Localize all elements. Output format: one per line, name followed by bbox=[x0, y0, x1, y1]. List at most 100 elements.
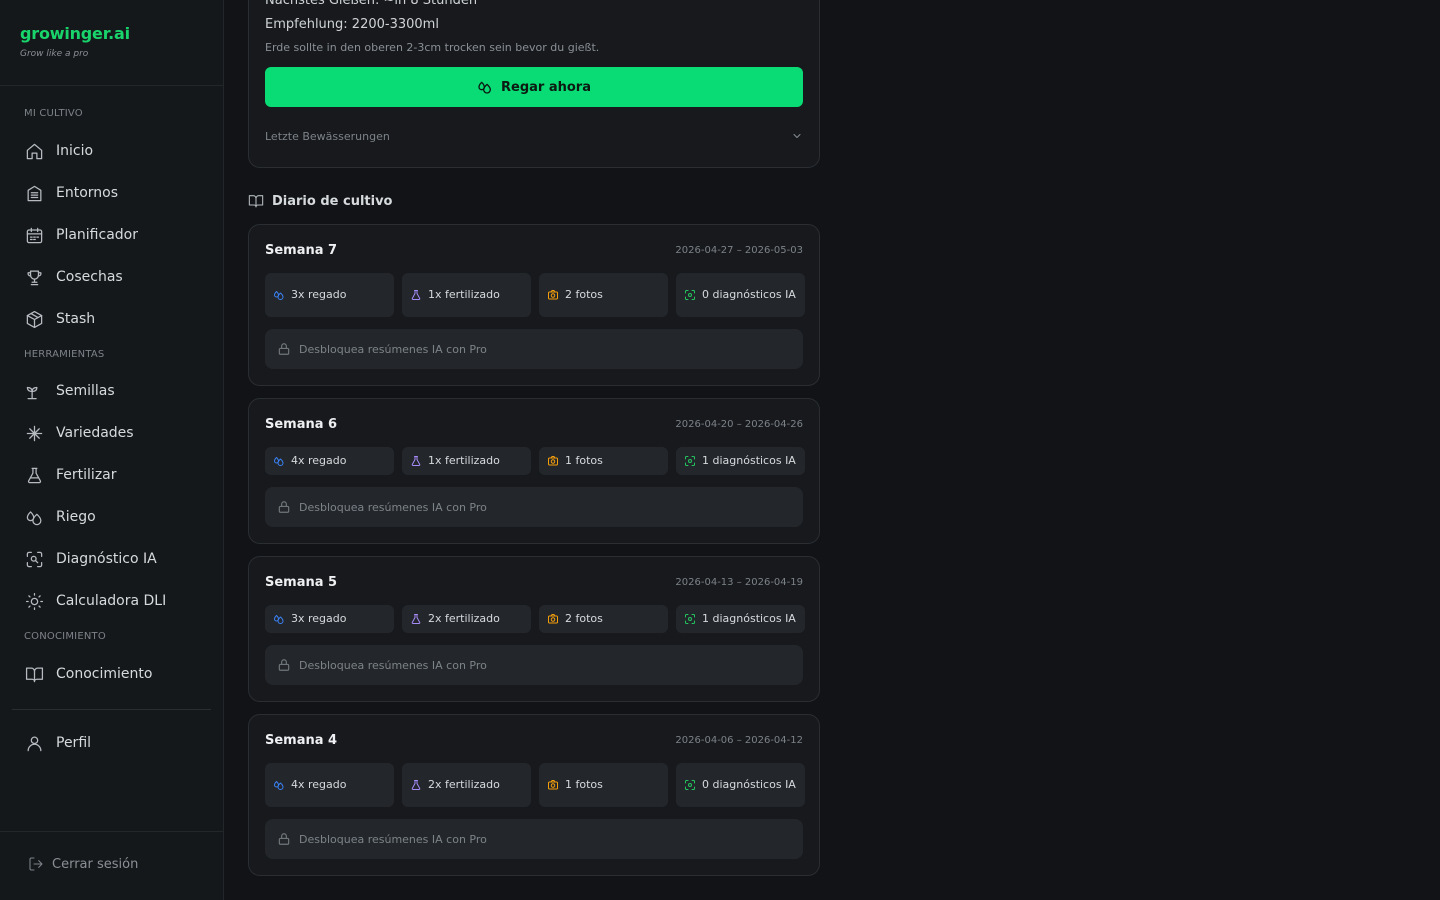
sidebar-item-label: Fertilizar bbox=[56, 467, 117, 483]
stat-fertilized-text: 1x fertilizado bbox=[428, 288, 500, 301]
stat-fertilized: 2x fertilizado bbox=[402, 763, 531, 807]
sidebar-item-entornos[interactable]: Entornos bbox=[24, 181, 118, 205]
sidebar-item-perfil[interactable]: Perfil bbox=[24, 731, 91, 755]
scan-icon bbox=[24, 549, 44, 569]
stat-watered-text: 4x regado bbox=[291, 454, 347, 467]
water-now-label: Regar ahora bbox=[501, 79, 591, 95]
unlock-pro-summary[interactable]: Desbloquea resúmenes IA con Pro bbox=[265, 645, 803, 685]
stat-watered: 3x regado bbox=[265, 273, 394, 317]
watering-card: Nächstes Gießen: ~in 8 Stunden Empfehlun… bbox=[248, 0, 820, 168]
droplets-icon bbox=[273, 779, 285, 791]
stat-diagnostics-text: 0 diagnósticos IA bbox=[702, 288, 796, 301]
sidebar-item-variedades[interactable]: Variedades bbox=[24, 421, 134, 445]
stat-photos: 2 fotos bbox=[539, 605, 668, 633]
camera-icon bbox=[547, 613, 559, 625]
droplets-icon bbox=[24, 507, 44, 527]
sidebar-item-label: Variedades bbox=[56, 425, 134, 441]
stat-watered-text: 3x regado bbox=[291, 288, 347, 301]
section-label-knowledge: CONOCIMIENTO bbox=[24, 631, 106, 642]
divider bbox=[12, 709, 211, 710]
stat-watered: 4x regado bbox=[265, 763, 394, 807]
unlock-pro-summary[interactable]: Desbloquea resúmenes IA con Pro bbox=[265, 487, 803, 527]
week-title: Semana 4 bbox=[265, 733, 338, 748]
brand-name: growinger.ai bbox=[20, 24, 130, 43]
trophy-icon bbox=[24, 267, 44, 287]
flask-icon bbox=[410, 613, 422, 625]
logout-button[interactable]: Cerrar sesión bbox=[28, 856, 138, 872]
lock-icon bbox=[277, 342, 291, 356]
brand[interactable]: growinger.ai Grow like a pro bbox=[20, 24, 130, 59]
stat-photos-text: 2 fotos bbox=[565, 612, 603, 625]
sidebar-item-label: Entornos bbox=[56, 185, 119, 201]
stat-diagnostics-text: 1 diagnósticos IA bbox=[702, 612, 796, 625]
week-title: Semana 5 bbox=[265, 575, 338, 590]
week-stats: 4x regado 2x fertilizado 1 fotos 0 diagn… bbox=[265, 763, 805, 807]
building-icon bbox=[24, 183, 44, 203]
sprout-icon bbox=[24, 381, 44, 401]
week-card: Semana 7 2026-04-27 – 2026-05-03 3x rega… bbox=[248, 224, 820, 386]
week-card: Semana 4 2026-04-06 – 2026-04-12 4x rega… bbox=[248, 714, 820, 876]
lock-icon bbox=[277, 500, 291, 514]
droplets-icon bbox=[273, 455, 285, 467]
week-card: Semana 6 2026-04-20 – 2026-04-26 4x rega… bbox=[248, 398, 820, 544]
sidebar-item-inicio[interactable]: Inicio bbox=[24, 139, 93, 163]
stat-diagnostics-text: 1 diagnósticos IA bbox=[702, 454, 796, 467]
camera-icon bbox=[547, 779, 559, 791]
droplets-icon bbox=[273, 289, 285, 301]
droplets-icon bbox=[273, 613, 285, 625]
week-dates: 2026-04-20 – 2026-04-26 bbox=[675, 419, 803, 430]
sidebar-item-conocimiento[interactable]: Conocimiento bbox=[24, 662, 152, 686]
sidebar-item-calculadora-dli[interactable]: Calculadora DLI bbox=[24, 589, 166, 613]
week-title: Semana 7 bbox=[265, 243, 338, 258]
stat-photos-text: 2 fotos bbox=[565, 288, 603, 301]
sidebar-item-cosechas[interactable]: Cosechas bbox=[24, 265, 123, 289]
sidebar-item-label: Stash bbox=[56, 311, 96, 327]
sidebar-item-planificador[interactable]: Planificador bbox=[24, 223, 138, 247]
unlock-pro-text: Desbloquea resúmenes IA con Pro bbox=[299, 658, 487, 672]
week-dates: 2026-04-13 – 2026-04-19 bbox=[675, 577, 803, 588]
lock-icon bbox=[277, 658, 291, 672]
sidebar-item-semillas[interactable]: Semillas bbox=[24, 379, 115, 403]
unlock-pro-text: Desbloquea resúmenes IA con Pro bbox=[299, 832, 487, 846]
camera-icon bbox=[547, 455, 559, 467]
week-stats: 3x regado 2x fertilizado 2 fotos 1 diagn… bbox=[265, 605, 805, 633]
stat-photos: 2 fotos bbox=[539, 273, 668, 317]
scan-icon bbox=[684, 455, 696, 467]
water-now-button[interactable]: Regar ahora bbox=[265, 67, 803, 107]
home-icon bbox=[24, 141, 44, 161]
unlock-pro-summary[interactable]: Desbloquea resúmenes IA con Pro bbox=[265, 819, 803, 859]
scan-icon bbox=[684, 613, 696, 625]
divider bbox=[0, 831, 223, 832]
lock-icon bbox=[277, 832, 291, 846]
sidebar-item-label: Cosechas bbox=[56, 269, 123, 285]
stat-watered: 4x regado bbox=[265, 447, 394, 475]
unlock-pro-text: Desbloquea resúmenes IA con Pro bbox=[299, 500, 487, 514]
next-watering-text: Nächstes Gießen: ~in 8 Stunden bbox=[265, 0, 478, 8]
book-icon bbox=[248, 193, 264, 209]
logout-label: Cerrar sesión bbox=[52, 856, 139, 872]
stat-diagnostics-text: 0 diagnósticos IA bbox=[702, 778, 796, 791]
book-icon bbox=[24, 664, 44, 684]
stat-watered: 3x regado bbox=[265, 605, 394, 633]
sidebar-item-label: Riego bbox=[56, 509, 96, 525]
scan-icon bbox=[684, 779, 696, 791]
stat-photos: 1 fotos bbox=[539, 763, 668, 807]
divider bbox=[0, 85, 223, 86]
stat-fertilized-text: 2x fertilizado bbox=[428, 778, 500, 791]
watering-history-toggle[interactable]: Letzte Bewässerungen bbox=[265, 127, 803, 145]
stat-fertilized: 1x fertilizado bbox=[402, 447, 531, 475]
sidebar-item-fertilizar[interactable]: Fertilizar bbox=[24, 463, 117, 487]
scan-icon bbox=[684, 289, 696, 301]
sidebar-item-riego[interactable]: Riego bbox=[24, 505, 96, 529]
unlock-pro-summary[interactable]: Desbloquea resúmenes IA con Pro bbox=[265, 329, 803, 369]
flask-icon bbox=[410, 455, 422, 467]
sidebar-item-label: Perfil bbox=[56, 735, 92, 751]
unlock-pro-text: Desbloquea resúmenes IA con Pro bbox=[299, 342, 487, 356]
sidebar-item-label: Planificador bbox=[56, 227, 138, 243]
stat-watered-text: 4x regado bbox=[291, 778, 347, 791]
sidebar-item-stash[interactable]: Stash bbox=[24, 307, 95, 331]
sidebar-item-diagnostico-ia[interactable]: Diagnóstico IA bbox=[24, 547, 157, 571]
logout-icon bbox=[28, 856, 44, 872]
diary-title: Diario de cultivo bbox=[272, 193, 393, 209]
user-icon bbox=[24, 733, 44, 753]
